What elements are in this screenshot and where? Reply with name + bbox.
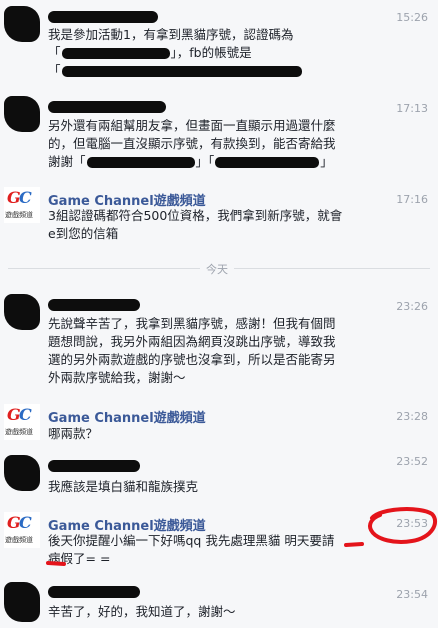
conversation-thread: 15:26 我是參加活動1，有拿到黑貓序號，認證碼為 「」，fb的帳號是 「 1…	[0, 0, 438, 628]
message-time: 23:52	[396, 455, 428, 468]
sender-name[interactable]: Game Channel遊戲頻道	[48, 407, 206, 426]
message-time: 17:16	[396, 193, 428, 206]
message-line: 我是參加活動1，有拿到黑貓序號，認證碼為	[48, 27, 294, 42]
message-line: 病假了= =	[48, 551, 111, 566]
redacted-avatar[interactable]	[4, 96, 40, 132]
message-line: 辛苦了，好的，我知道了，謝謝～	[48, 604, 236, 619]
message-3: GC 遊戲頻道 Game Channel遊戲頻道 17:16 3組認證碼都符合5…	[0, 187, 438, 247]
redacted-sender-name[interactable]	[48, 11, 158, 23]
message-line: 謝謝「 」「」	[48, 154, 333, 169]
message-time: 23:26	[396, 300, 428, 313]
redacted-avatar[interactable]	[4, 582, 40, 622]
redacted-account	[61, 66, 302, 77]
message-line: 後天你提醒小編一下好嗎qq 我先處理黑貓 明天要請	[48, 533, 335, 548]
message-8: 23:54 辛苦了，好的，我知道了，謝謝～	[0, 582, 438, 626]
game-channel-logo: GC 遊戲頻道	[5, 513, 33, 544]
redacted-code	[86, 157, 195, 168]
game-channel-avatar[interactable]: GC 遊戲頻道	[4, 512, 40, 548]
message-line: 先說聲辛苦了，我拿到黑貓序號，感謝！但我有個問	[48, 316, 336, 331]
message-line: 「	[48, 62, 378, 80]
game-channel-logo: GC 遊戲頻道	[5, 405, 33, 436]
game-channel-avatar[interactable]: GC 遊戲頻道	[4, 404, 40, 440]
redacted-sender-name[interactable]	[48, 299, 140, 311]
message-line: 另外還有兩組幫朋友拿，但畫面一直顯示用過還什麼	[48, 118, 336, 133]
redacted-avatar[interactable]	[4, 455, 40, 491]
message-time: 23:28	[396, 410, 428, 423]
message-6: 23:52 我應該是填白貓和龍族撲克	[0, 455, 438, 499]
message-4: 23:26 先說聲辛苦了，我拿到黑貓序號，感謝！但我有個問 題想問說，我另外兩組…	[0, 294, 438, 394]
redacted-avatar[interactable]	[4, 294, 40, 330]
message-text: 另外還有兩組幫朋友拿，但畫面一直顯示用過還什麼 的，但電腦一直沒顯示序號，有款換…	[48, 117, 378, 171]
message-line: e到您的信箱	[48, 226, 119, 241]
message-2: 17:13 另外還有兩組幫朋友拿，但畫面一直顯示用過還什麼 的，但電腦一直沒顯示…	[0, 96, 438, 180]
redacted-code	[215, 157, 320, 168]
message-text: 3組認證碼都符合500位資格，我們拿到新序號，就會 e到您的信箱	[48, 207, 378, 243]
message-7: GC 遊戲頻道 Game Channel遊戲頻道 23:53 後天你提醒小編一下…	[0, 512, 438, 574]
game-channel-logo: GC 遊戲頻道	[5, 188, 33, 219]
message-line: 選的另外兩款遊戲的序號也沒拿到，所以是否能寄另	[48, 352, 336, 367]
message-time: 15:26	[396, 11, 428, 24]
message-line: 3組認證碼都符合500位資格，我們拿到新序號，就會	[48, 208, 343, 223]
message-text: 我應該是填白貓和龍族撲克	[48, 478, 378, 496]
message-text: 後天你提醒小編一下好嗎qq 我先處理黑貓 明天要請 病假了= =	[48, 532, 378, 568]
message-text: 哪兩款？	[48, 425, 378, 443]
message-line: 哪兩款？	[48, 426, 99, 441]
message-time: 23:54	[396, 588, 428, 601]
message-line: 外兩款序號給我，謝謝～	[48, 370, 186, 385]
message-5: GC 遊戲頻道 Game Channel遊戲頻道 23:28 哪兩款？	[0, 404, 438, 444]
message-text: 先說聲辛苦了，我拿到黑貓序號，感謝！但我有個問 題想問說，我另外兩組因為網頁沒跳…	[48, 315, 378, 387]
message-line: 的，但電腦一直沒顯示序號，有款換到，能否寄給我	[48, 136, 336, 151]
redacted-sender-name[interactable]	[48, 586, 140, 598]
redacted-avatar[interactable]	[4, 6, 40, 42]
redacted-sender-name[interactable]	[48, 101, 166, 113]
date-divider-label: 今天	[200, 261, 234, 277]
message-line: 「」，fb的帳號是	[48, 45, 252, 60]
redacted-code	[61, 48, 170, 59]
message-1: 15:26 我是參加活動1，有拿到黑貓序號，認證碼為 「」，fb的帳號是 「	[0, 6, 438, 86]
message-time: 23:53	[396, 517, 428, 530]
message-time: 17:13	[396, 102, 428, 115]
message-line: 題想問說，我另外兩組因為網頁沒跳出序號，導致我	[48, 334, 336, 349]
game-channel-avatar[interactable]: GC 遊戲頻道	[4, 187, 40, 223]
message-line: 我應該是填白貓和龍族撲克	[48, 479, 199, 494]
message-text: 我是參加活動1，有拿到黑貓序號，認證碼為 「」，fb的帳號是 「	[48, 26, 378, 80]
redacted-sender-name[interactable]	[48, 460, 140, 472]
message-text: 辛苦了，好的，我知道了，謝謝～	[48, 603, 378, 621]
